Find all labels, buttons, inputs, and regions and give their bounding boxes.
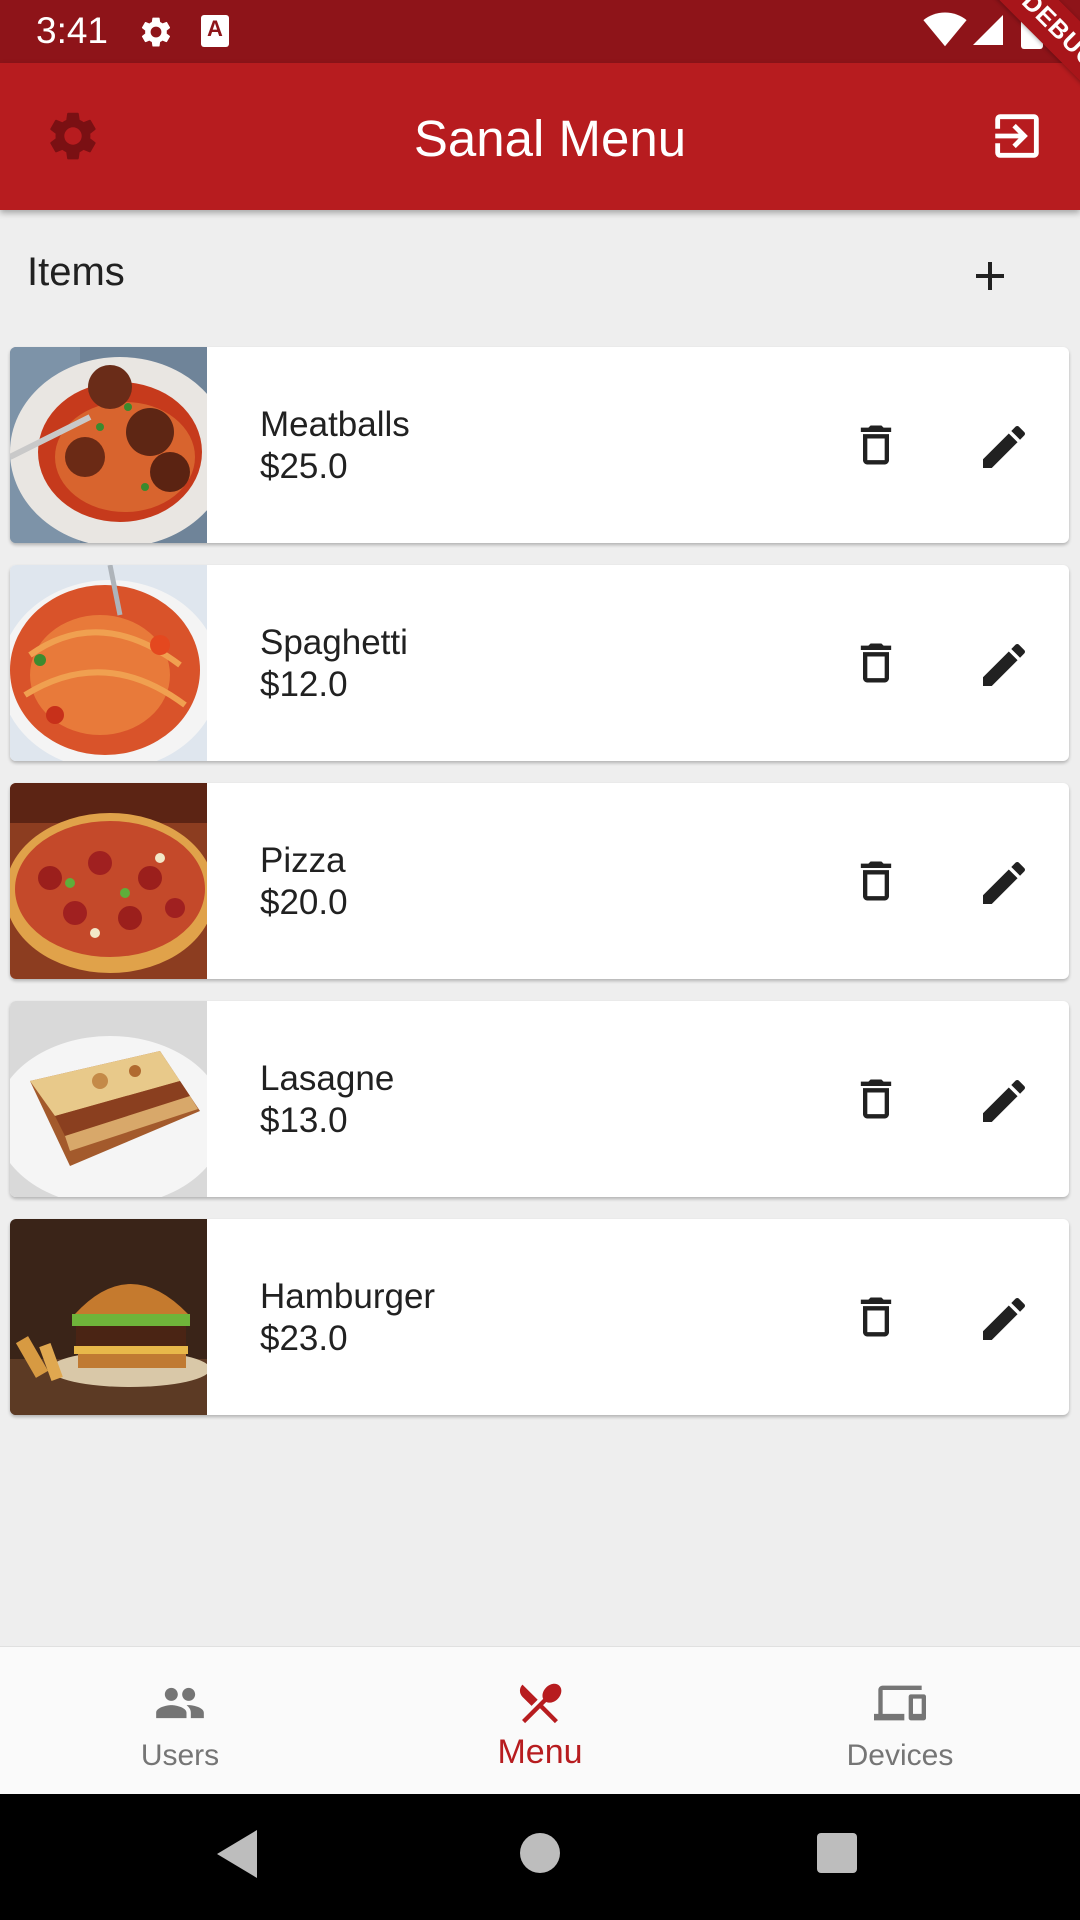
recents-icon[interactable] <box>817 1833 857 1873</box>
app-bar: Sanal Menu <box>0 63 1080 210</box>
edit-icon[interactable] <box>976 419 1032 475</box>
system-nav-bar <box>0 1794 1080 1920</box>
item-name: Hamburger <box>260 1277 436 1316</box>
page-title: Sanal Menu <box>413 110 687 167</box>
logout-icon[interactable] <box>988 107 1046 165</box>
nav-devices[interactable]: Devices <box>720 1647 1080 1795</box>
signal-icon <box>973 15 1003 45</box>
item-name: Meatballs <box>260 405 410 444</box>
item-price: $13.0 <box>260 1101 348 1140</box>
status-time: 3:41 <box>36 10 109 51</box>
list-item[interactable]: Hamburger $23.0 <box>10 1219 1069 1415</box>
meatballs-image <box>10 347 207 543</box>
delete-icon[interactable] <box>850 1073 902 1125</box>
edit-icon[interactable] <box>976 855 1032 911</box>
gear-icon <box>141 17 171 47</box>
item-name: Spaghetti <box>260 623 408 662</box>
back-icon[interactable] <box>216 1830 258 1878</box>
list-item[interactable]: Lasagne $13.0 <box>10 1001 1069 1197</box>
item-price: $12.0 <box>260 665 348 704</box>
delete-icon[interactable] <box>850 637 902 689</box>
item-price: $20.0 <box>260 883 348 922</box>
nav-label: Devices <box>846 1739 954 1772</box>
pizza-image <box>10 783 207 979</box>
spaghetti-image <box>10 565 207 761</box>
items-header: Items <box>0 210 1080 338</box>
delete-icon[interactable] <box>850 419 902 471</box>
bottom-nav: Users Menu Devices <box>0 1646 1080 1794</box>
item-name: Pizza <box>260 841 346 880</box>
font-a-icon: A <box>201 15 229 47</box>
home-icon[interactable] <box>520 1833 560 1873</box>
nav-users[interactable]: Users <box>0 1647 360 1795</box>
item-price: $25.0 <box>260 447 348 486</box>
nav-label: Users <box>140 1739 220 1772</box>
list-item[interactable]: Spaghetti $12.0 <box>10 565 1069 761</box>
section-title: Items <box>27 250 125 294</box>
wifi-icon <box>923 12 967 47</box>
lasagne-image <box>10 1001 207 1197</box>
status-bar: 3:41 A <box>0 0 1080 63</box>
edit-icon[interactable] <box>976 1073 1032 1129</box>
nav-label: Menu <box>497 1733 583 1771</box>
list-item[interactable]: Pizza $20.0 <box>10 783 1069 979</box>
delete-icon[interactable] <box>850 855 902 907</box>
fork-spoon-icon <box>519 1683 562 1724</box>
item-price: $23.0 <box>260 1319 348 1358</box>
people-icon <box>156 1687 204 1719</box>
hamburger-image <box>10 1219 207 1415</box>
edit-icon[interactable] <box>976 637 1032 693</box>
list-item[interactable]: Meatballs $25.0 <box>10 347 1069 543</box>
nav-menu[interactable]: Menu <box>360 1647 720 1795</box>
devices-icon <box>874 1685 926 1721</box>
edit-icon[interactable] <box>976 1291 1032 1347</box>
add-icon[interactable] <box>966 252 1014 300</box>
item-name: Lasagne <box>260 1059 395 1098</box>
items-list: Meatballs $25.0 Spaghetti $12.0 Pizza $2… <box>10 347 1069 1437</box>
delete-icon[interactable] <box>850 1291 902 1343</box>
